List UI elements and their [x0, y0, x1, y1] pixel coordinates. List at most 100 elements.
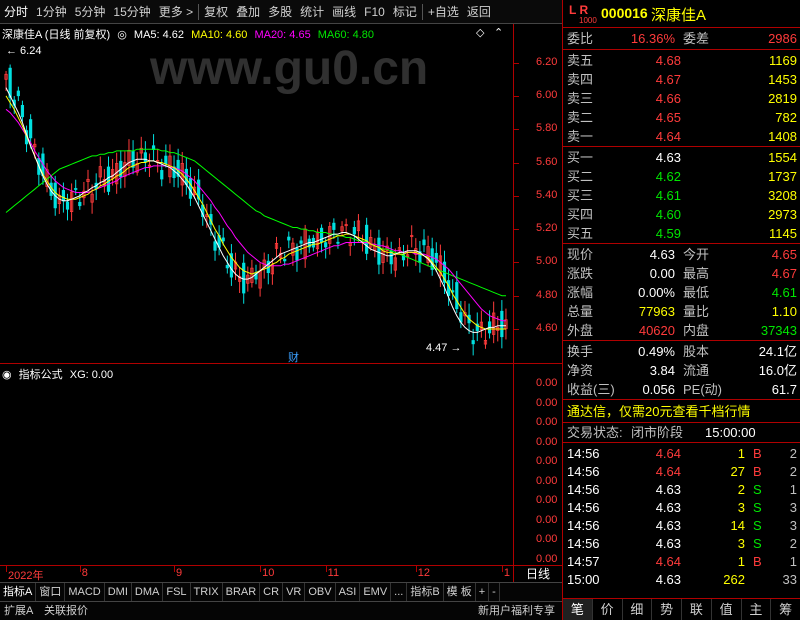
trade-side: S [753, 482, 762, 497]
quote-tab-7[interactable]: 筹 [771, 599, 800, 620]
trade-volume: 14 [730, 518, 745, 533]
indicator-tick-label: 0.00 [536, 533, 558, 545]
status-time: 15:00:00 [705, 425, 756, 440]
finance-marker[interactable]: 财 [288, 350, 299, 364]
toolbar-item-4[interactable]: 更多 > [155, 0, 197, 24]
candle-body [78, 201, 82, 207]
indicator-tabs: 指标A 窗口 MACD DMI DMA FSL TRIX BRAR CR VR OBV ASI EMV.… [0, 582, 562, 601]
trade-time: 14:56 [567, 464, 600, 479]
indicator-tab-1[interactable]: 窗口 [36, 583, 66, 601]
promo-row[interactable]: 通达信，仅需20元查看千档行情 [563, 402, 800, 421]
chart-title: 深康佳A (日线 前复权) [2, 29, 111, 41]
indicator-tab-13[interactable]: ... [391, 583, 408, 601]
toolbar-item-6[interactable]: 叠加 [232, 0, 264, 24]
indicator-tab-15[interactable]: 模 板 [444, 583, 476, 601]
indicator-title[interactable]: 指标公式 [19, 369, 63, 381]
ma60-label: MA60: 4.80 [317, 29, 375, 41]
toolbar-item-13[interactable]: 返回 [463, 0, 495, 24]
stat-value: 77963 [638, 304, 675, 319]
indicator-tab-9[interactable]: VR [283, 583, 306, 601]
indicator-tab-11[interactable]: ASI [336, 583, 361, 601]
toolbar-item-11[interactable]: 标记 [389, 0, 421, 24]
indicator-tick-label: 0.00 [536, 474, 558, 487]
status-label: 交易状态: [567, 425, 623, 440]
toolbar-item-2[interactable]: 5分钟 [71, 0, 110, 24]
new-user-promo-link[interactable]: 新用户福利专享 [478, 602, 555, 620]
chart-settings-icon[interactable]: ◎ [117, 29, 127, 41]
quote-tab-2[interactable]: 细 [623, 599, 653, 620]
price-tick-label: 6.00 [536, 88, 558, 101]
buy-price: 4.60 [655, 207, 681, 222]
quote-tab-6[interactable]: 主 [742, 599, 772, 620]
indicator-panel[interactable]: ◉ 指标公式 XG: 0.00 [0, 364, 514, 566]
indicator-tab-0[interactable]: 指标A [0, 583, 37, 601]
toolbar-item-7[interactable]: 多股 [264, 0, 296, 24]
price-tick-label: 4.80 [536, 288, 558, 301]
trade-price: 4.63 [655, 482, 681, 497]
fund-label: 收益(三) [567, 382, 615, 397]
related-quotes-button[interactable]: 关联报价 [44, 602, 88, 620]
expand-a-button[interactable]: 扩展A [4, 602, 33, 620]
candle-body [500, 310, 504, 338]
candle-body [29, 119, 33, 139]
quote-tab-3[interactable]: 势 [652, 599, 682, 620]
toolbar-item-10[interactable]: F10 [360, 0, 389, 24]
toolbar-item-12[interactable]: +自选 [424, 0, 463, 24]
buy-level-label: 买五 [567, 226, 594, 241]
toolbar-item-3[interactable]: 15分钟 [109, 0, 154, 24]
indicator-tab-7[interactable]: BRAR [223, 583, 261, 601]
sell-row: 卖二 4.65 782 [563, 108, 800, 127]
period-label[interactable]: 日线 [514, 566, 562, 582]
sell-price: 4.66 [655, 91, 681, 106]
indicator-tick-label: 0.00 [536, 416, 558, 428]
candlestick-chart[interactable]: www.gu0.cn ← 6.24 4.47 → 财 [0, 24, 514, 364]
trade-price: 4.63 [655, 536, 681, 551]
fund-label: 流通 [683, 363, 710, 378]
toolbar-item-8[interactable]: 统计 [296, 0, 328, 24]
candle-body [336, 241, 340, 244]
trade-volume: 1 [737, 554, 745, 569]
trade-count: 1 [789, 554, 797, 569]
stat-value: 1.10 [771, 304, 797, 319]
indicator-tab-6[interactable]: TRIX [191, 583, 223, 601]
trade-row: 14:56 4.64 27 B 2 [563, 462, 800, 481]
indicator-dropdown-icon[interactable]: ◉ [2, 369, 12, 381]
weicha-value: 2986 [768, 31, 797, 46]
collapse-icon[interactable]: ⌃ [494, 26, 503, 39]
toolbar-item-0[interactable]: 分时 [0, 0, 32, 24]
indicator-tick-label: 0.00 [536, 552, 558, 565]
trade-side: S [753, 536, 762, 551]
toolbar-item-5[interactable]: 复权 [200, 0, 232, 24]
price-tick-label: 5.40 [536, 188, 558, 201]
stat-value: 4.63 [649, 247, 675, 262]
quote-tab-4[interactable]: 联 [682, 599, 712, 620]
indicator-tab-12[interactable]: EMV [360, 583, 392, 601]
buy-row: 买二 4.62 1737 [563, 167, 800, 186]
trade-volume: 1 [737, 446, 745, 461]
fund-value: 61.7 [771, 382, 797, 397]
candle-body [74, 188, 78, 190]
indicator-tab-5[interactable]: FSL [163, 583, 191, 601]
stock-header: L R 1000 000016 深康佳A [563, 0, 800, 28]
indicator-tab-4[interactable]: DMA [132, 583, 164, 601]
quote-tab-5[interactable]: 值 [712, 599, 742, 620]
buy-price: 4.59 [655, 226, 681, 241]
indicator-tab-2[interactable]: MACD [65, 583, 105, 601]
indicator-tab-8[interactable]: CR [260, 583, 284, 601]
indicator-tab-17[interactable]: - [489, 583, 500, 601]
date-tick-label: 2022年 [8, 570, 44, 582]
main-chart-panel[interactable]: www.gu0.cn ← 6.24 4.47 → 财 深康佳A (日线 前复权) ◎ … [0, 24, 514, 364]
quote-tab-0[interactable]: 笔 [563, 599, 593, 620]
diamond-icon[interactable]: ◇ [476, 26, 484, 39]
sell-price: 4.68 [655, 53, 681, 68]
indicator-tab-3[interactable]: DMI [105, 583, 132, 601]
indicator-tab-14[interactable]: 指标B [407, 583, 444, 601]
buy-level-label: 买四 [567, 207, 594, 222]
indicator-tab-10[interactable]: OBV [305, 583, 336, 601]
stat-row: 涨幅 0.00% 最低 4.61 [563, 283, 800, 302]
stat-value: 37343 [760, 323, 797, 338]
quote-tab-1[interactable]: 价 [593, 599, 623, 620]
indicator-tab-16[interactable]: + [476, 583, 490, 601]
toolbar-item-9[interactable]: 画线 [328, 0, 360, 24]
toolbar-item-1[interactable]: 1分钟 [32, 0, 71, 24]
